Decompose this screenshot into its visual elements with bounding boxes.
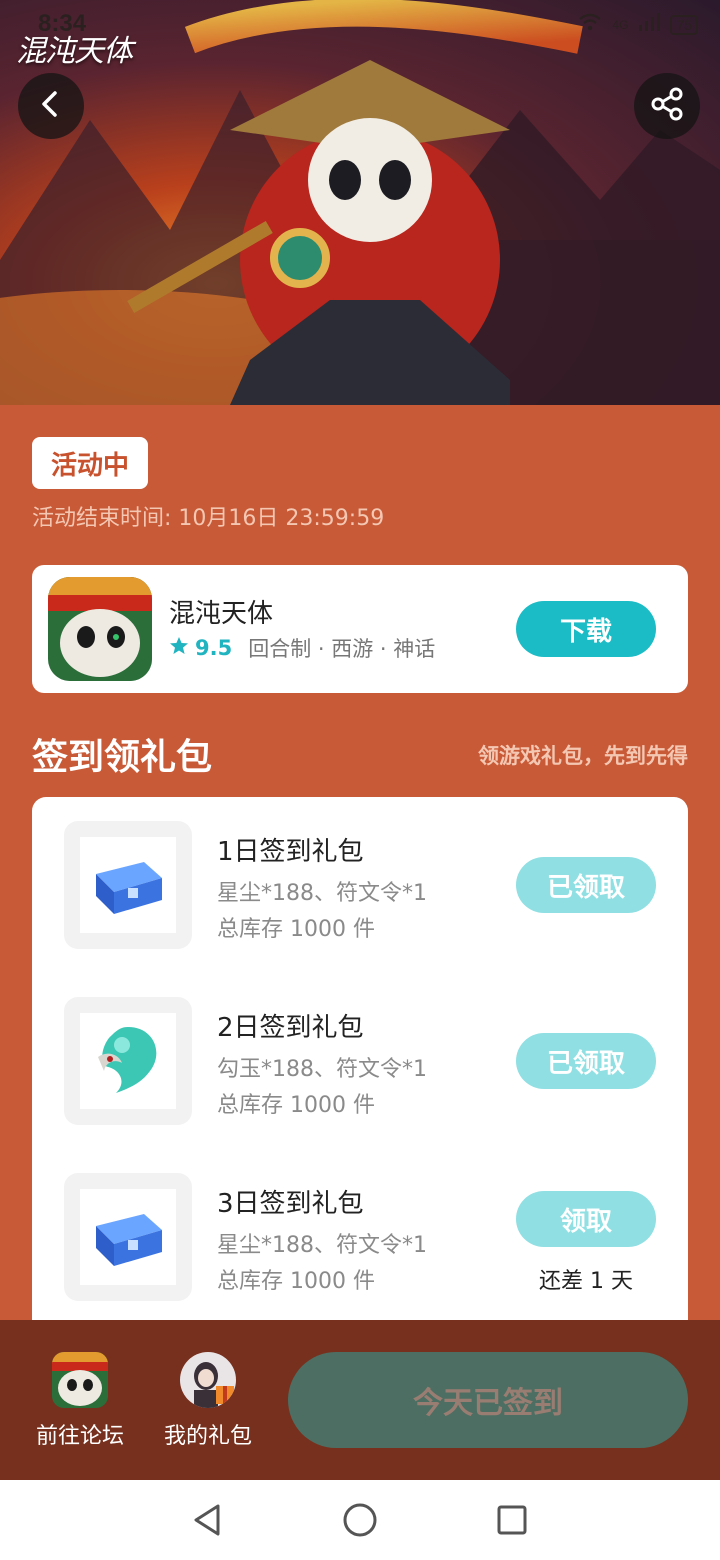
chevron-left-icon xyxy=(36,89,66,123)
signed-in-button[interactable]: 今天已签到 xyxy=(288,1352,688,1448)
status-icons: 4G 75 xyxy=(578,12,698,37)
gift-claim-button[interactable]: 领取 xyxy=(516,1191,656,1247)
game-logo: 混沌天体 xyxy=(16,34,133,69)
hero-banner: 8:34 4G 75 混沌天体 xyxy=(0,0,720,405)
share-icon xyxy=(649,86,685,126)
gift-thumbnail xyxy=(64,1173,192,1301)
forum-icon xyxy=(52,1352,108,1408)
app-icon xyxy=(48,577,152,681)
blue-chest-icon xyxy=(88,848,168,922)
gift-description: 星尘*188、符文令*1 xyxy=(217,881,427,906)
gift-name: 1日签到礼包 xyxy=(217,837,364,867)
gift-list: 1日签到礼包 星尘*188、符文令*1 总库存 1000 件 已领取 2日签到礼… xyxy=(32,797,688,1357)
gift-name: 2日签到礼包 xyxy=(217,1013,364,1043)
gift-description: 星尘*188、符文令*1 xyxy=(217,1233,427,1258)
gift-item: 1日签到礼包 星尘*188、符文令*1 总库存 1000 件 已领取 xyxy=(32,797,688,973)
gift-name: 3日签到礼包 xyxy=(217,1189,364,1219)
gift-item: 2日签到礼包 勾玉*188、符文令*1 总库存 1000 件 已领取 xyxy=(32,973,688,1149)
wifi-icon xyxy=(578,12,602,37)
gift-days-remaining: 还差 1 天 xyxy=(539,1269,633,1294)
gift-stock: 总库存 1000 件 xyxy=(217,1269,375,1294)
gift-thumbnail xyxy=(64,821,192,949)
share-button[interactable] xyxy=(634,73,700,139)
my-gifts-label: 我的礼包 xyxy=(163,1424,252,1449)
app-meta: 9.5 回合制 · 西游 · 神话 xyxy=(169,633,435,663)
activity-status-badge: 活动中 xyxy=(32,437,148,489)
section-subtitle: 领游戏礼包，先到先得 xyxy=(478,744,688,768)
jade-magatama-icon xyxy=(88,1019,168,1103)
app-rating: 9.5 xyxy=(195,636,233,660)
my-gifts-icon xyxy=(180,1352,236,1408)
app-tags: 回合制 · 西游 · 神话 xyxy=(248,637,436,661)
activity-end-time: 活动结束时间: 10月16日 23:59:59 xyxy=(32,506,385,531)
gift-description: 勾玉*188、符文令*1 xyxy=(217,1057,427,1082)
network-label: 4G xyxy=(612,17,629,32)
nav-recents-icon[interactable] xyxy=(492,1500,532,1540)
nav-home-icon[interactable] xyxy=(340,1500,380,1540)
gift-item: 3日签到礼包 星尘*188、符文令*1 总库存 1000 件 领取 还差 1 天 xyxy=(32,1149,688,1325)
blue-chest-icon xyxy=(88,1200,168,1274)
gift-claimed-button[interactable]: 已领取 xyxy=(516,1033,656,1089)
app-name: 混沌天体 xyxy=(169,599,274,629)
battery-indicator: 75 xyxy=(670,14,698,35)
gift-stock: 总库存 1000 件 xyxy=(217,917,375,942)
bottom-bar: 前往论坛 我的礼包 今天已签到 xyxy=(0,1320,720,1480)
back-button[interactable] xyxy=(18,73,84,139)
nav-back-icon[interactable] xyxy=(188,1500,228,1540)
gift-claimed-button[interactable]: 已领取 xyxy=(516,857,656,913)
forum-label: 前往论坛 xyxy=(35,1424,124,1449)
forum-link[interactable]: 前往论坛 xyxy=(25,1352,135,1450)
my-gifts-link[interactable]: 我的礼包 xyxy=(153,1352,263,1450)
signal-icon xyxy=(638,12,661,37)
section-title: 签到领礼包 xyxy=(32,737,213,778)
download-button[interactable]: 下载 xyxy=(516,601,656,657)
gift-stock: 总库存 1000 件 xyxy=(217,1093,375,1118)
app-card[interactable]: 混沌天体 9.5 回合制 · 西游 · 神话 下载 xyxy=(32,565,688,693)
gift-thumbnail xyxy=(64,997,192,1125)
system-nav-bar xyxy=(0,1480,720,1560)
star-icon xyxy=(169,636,189,661)
